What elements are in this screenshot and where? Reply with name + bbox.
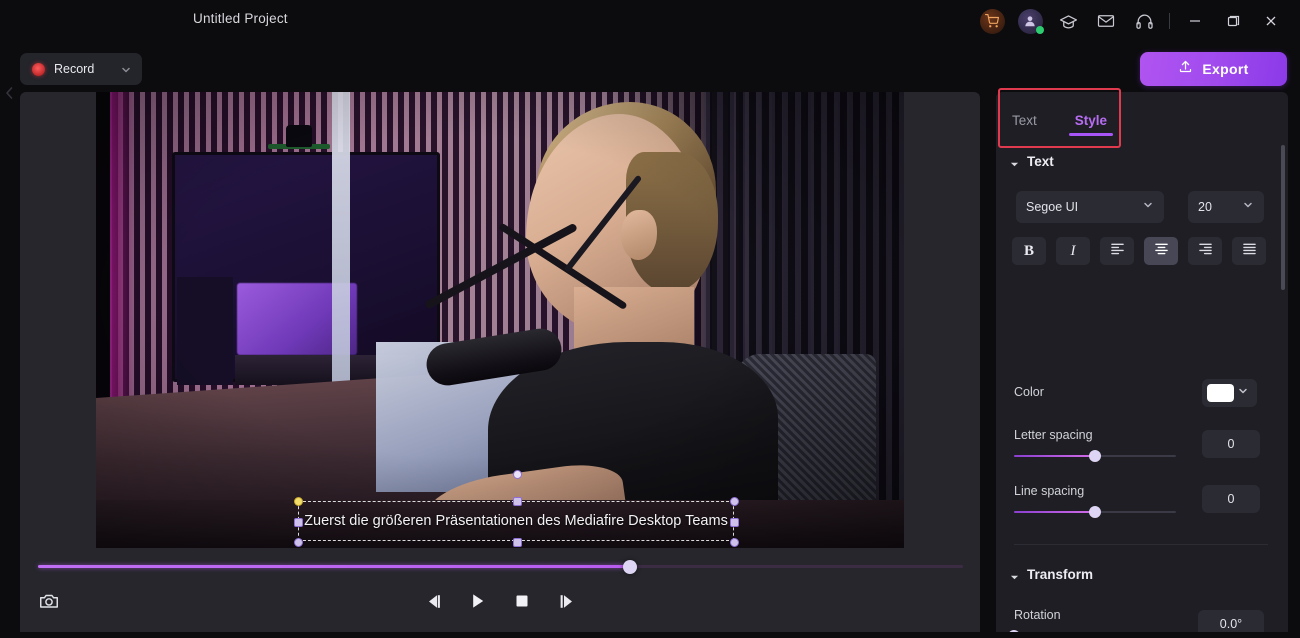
record-button-label: Record xyxy=(54,62,95,76)
align-justify-icon xyxy=(1242,242,1257,260)
transport-controls xyxy=(0,588,1000,614)
font-size-select[interactable]: 20 xyxy=(1188,191,1264,223)
section-title-text: Text xyxy=(1027,154,1054,169)
next-frame-button[interactable] xyxy=(553,588,579,614)
resize-handle-top-left[interactable] xyxy=(294,497,303,506)
resize-handle-top-right[interactable] xyxy=(730,497,739,506)
resize-handle-bottom-center[interactable] xyxy=(513,538,522,547)
page-title: Untitled Project xyxy=(193,11,288,26)
scrubber-handle[interactable] xyxy=(623,560,637,574)
main-toolbar xyxy=(0,42,1300,94)
text-color-picker[interactable] xyxy=(1202,379,1257,407)
video-canvas[interactable]: Zuerst die größeren Präsentationen des M… xyxy=(96,92,904,548)
rotate-handle[interactable] xyxy=(513,470,522,479)
chevron-down-icon xyxy=(1237,384,1249,402)
caret-down-icon xyxy=(1010,157,1019,167)
line-spacing-input[interactable]: 0 xyxy=(1202,485,1260,513)
section-header-text[interactable]: Text xyxy=(1010,154,1054,169)
preview-panel: Zuerst die größeren Präsentationen des M… xyxy=(20,92,980,638)
export-button[interactable]: Export xyxy=(1140,52,1287,86)
section-title-transform: Transform xyxy=(1027,567,1094,582)
graduation-cap-icon[interactable] xyxy=(1049,0,1087,42)
subtitle-text: Zuerst die größeren Präsentationen des M… xyxy=(304,513,728,529)
chevron-down-icon xyxy=(1142,198,1154,216)
section-divider xyxy=(1014,544,1268,545)
stop-button[interactable] xyxy=(509,588,535,614)
scrubber-fill xyxy=(38,565,630,568)
color-label: Color xyxy=(1014,385,1044,399)
titlebar-actions xyxy=(973,0,1290,42)
resize-handle-bottom-left[interactable] xyxy=(294,538,303,547)
align-left-button[interactable] xyxy=(1100,237,1134,265)
bold-button[interactable]: B xyxy=(1012,237,1046,265)
video-frame-vignette xyxy=(96,92,904,548)
tab-style[interactable]: Style xyxy=(1068,92,1114,148)
resize-handle-middle-left[interactable] xyxy=(294,518,303,527)
headset-icon[interactable] xyxy=(1125,0,1163,42)
resize-handle-middle-right[interactable] xyxy=(730,518,739,527)
close-icon[interactable] xyxy=(1252,0,1290,42)
color-swatch xyxy=(1207,384,1234,402)
text-format-buttons: B I xyxy=(1012,237,1266,265)
record-dot-icon xyxy=(30,61,46,77)
font-family-value: Segoe UI xyxy=(1026,200,1079,214)
export-upload-icon xyxy=(1178,59,1193,79)
title-bar: Untitled Project xyxy=(0,0,1300,42)
playback-scrubber[interactable] xyxy=(38,560,963,574)
resize-handle-top-center[interactable] xyxy=(513,497,522,506)
properties-panel: Text Style Text Segoe UI 20 B I Color Le… xyxy=(996,92,1288,638)
properties-content: Text Segoe UI 20 B I Color Letter spacin… xyxy=(996,148,1288,638)
chevron-down-icon xyxy=(1242,198,1254,216)
bold-glyph: B xyxy=(1023,242,1034,259)
cart-icon-badge xyxy=(979,8,1005,34)
account-avatar-icon[interactable] xyxy=(1011,0,1049,42)
collapse-left-panel-icon[interactable] xyxy=(2,82,16,104)
align-right-button[interactable] xyxy=(1188,237,1222,265)
maximize-icon[interactable] xyxy=(1214,0,1252,42)
avatar xyxy=(1017,8,1044,34)
mail-icon[interactable] xyxy=(1087,0,1125,42)
video-editor-window: Untitled Project Record Export Zuerst di… xyxy=(0,0,1300,638)
font-size-value: 20 xyxy=(1198,200,1212,214)
titlebar-divider xyxy=(1169,13,1170,29)
letter-spacing-label: Letter spacing xyxy=(1014,428,1093,442)
italic-glyph: I xyxy=(1070,242,1076,259)
align-center-icon xyxy=(1154,242,1169,260)
align-justify-button[interactable] xyxy=(1232,237,1266,265)
export-button-label: Export xyxy=(1202,61,1249,77)
properties-tabs: Text Style xyxy=(996,92,1288,148)
chevron-down-icon[interactable] xyxy=(120,63,132,75)
rotation-label: Rotation xyxy=(1014,608,1061,622)
subtitle-selection-box[interactable]: Zuerst die größeren Präsentationen des M… xyxy=(294,470,739,547)
caret-down-icon xyxy=(1010,570,1019,580)
resize-handle-bottom-right[interactable] xyxy=(730,538,739,547)
online-status-dot xyxy=(1035,25,1044,34)
line-spacing-label: Line spacing xyxy=(1014,484,1085,498)
record-button[interactable]: Record xyxy=(20,53,142,85)
align-right-icon xyxy=(1198,242,1213,260)
align-center-button[interactable] xyxy=(1144,237,1178,265)
cart-icon[interactable] xyxy=(973,0,1011,42)
line-spacing-slider[interactable] xyxy=(1014,506,1176,518)
letter-spacing-slider[interactable] xyxy=(1014,450,1176,462)
window-bottom-edge xyxy=(0,632,1300,638)
italic-button[interactable]: I xyxy=(1056,237,1090,265)
align-left-icon xyxy=(1110,242,1125,260)
section-header-transform[interactable]: Transform xyxy=(1010,567,1093,582)
tab-text[interactable]: Text xyxy=(1006,92,1043,148)
font-family-select[interactable]: Segoe UI xyxy=(1016,191,1164,223)
previous-frame-button[interactable] xyxy=(421,588,447,614)
play-button[interactable] xyxy=(465,588,491,614)
letter-spacing-input[interactable]: 0 xyxy=(1202,430,1260,458)
minimize-icon[interactable] xyxy=(1176,0,1214,42)
